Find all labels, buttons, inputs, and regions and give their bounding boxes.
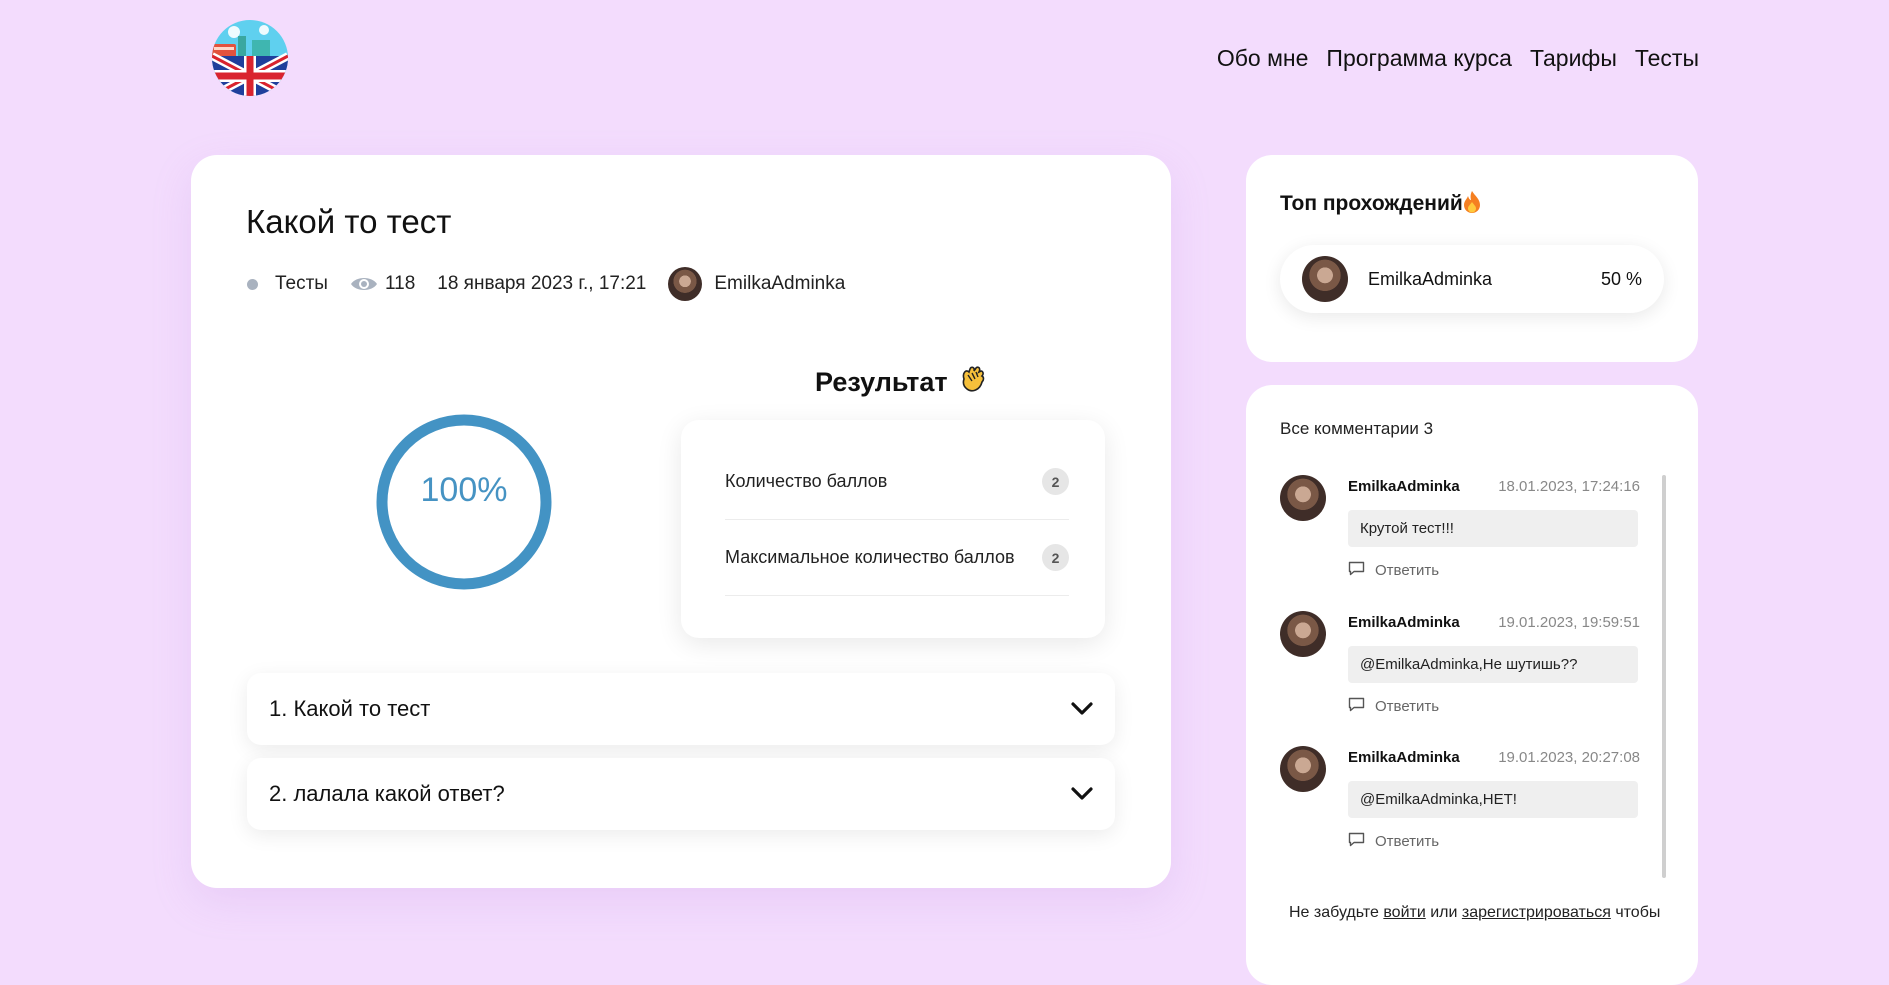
top-entry[interactable]: EmilkaAdminka 50 % [1280,245,1664,313]
question-title: 1. Какой то тест [269,696,431,721]
reply-button[interactable]: Ответить [1348,561,1439,580]
result-summary: Количество баллов 2 Максимальное количес… [681,420,1105,638]
test-category[interactable]: Тесты [275,273,328,295]
avatar [1280,475,1326,521]
site-logo[interactable] [212,20,288,96]
comment-text: @EmilkaAdminka,HET! [1348,781,1638,818]
result-row-label: Максимальное количество баллов [725,547,1015,567]
nav-course-program[interactable]: Программа курса [1326,45,1512,72]
comment-date: 19.01.2023, 19:59:51 [1498,614,1640,631]
reply-button[interactable]: Ответить [1348,697,1439,716]
question-accordion-2[interactable]: 2. лалала какой ответ? [247,758,1115,830]
comments-count: 3 [1423,419,1434,438]
speech-bubble-icon [1348,832,1365,851]
result-row-label: Количество баллов [725,471,888,491]
result-row: Количество баллов 2 [725,444,1069,520]
login-prompt: Не забудьте войти или зарегистрироваться… [1289,904,1660,922]
chevron-down-icon[interactable] [1071,696,1093,722]
top-completions-title: Топ прохождений [1280,192,1463,215]
score-percent: 100% [420,471,508,509]
fire-icon [1463,191,1481,215]
author-name[interactable]: EmilkaAdminka [714,273,845,295]
reply-label: Ответить [1375,562,1440,579]
question-accordion-1[interactable]: 1. Какой то тест [247,673,1115,745]
result-row-value: 2 [1042,544,1069,571]
comment-text: @EmilkaAdminka,Не шутишь?? [1348,646,1638,683]
top-entry-name: EmilkaAdminka [1368,268,1493,289]
login-prompt-suffix: чтобы [1615,904,1661,921]
result-row: Максимальное количество баллов 2 [725,520,1069,596]
comment-text: Крутой тест!!! [1348,510,1638,547]
comments-scrollbar[interactable] [1662,475,1666,878]
reply-label: Ответить [1375,833,1440,850]
avatar [1302,256,1348,302]
test-title: Какой то тест [246,203,452,240]
comments-heading: Все комментарии 3 [1280,419,1433,439]
clapping-hands-icon [956,363,988,402]
uk-flag-logo-icon [212,20,288,96]
eye-icon [350,275,378,293]
comments-card: Все комментарии 3 EmilkaAdminka 18.01.20… [1246,385,1698,985]
question-title: 2. лалала какой ответ? [269,781,505,806]
top-entry-score: 50 % [1600,268,1642,289]
top-completions-heading: Топ прохождений [1280,190,1481,216]
login-link[interactable]: войти [1383,904,1425,921]
login-prompt-prefix: Не забудьте [1289,904,1379,921]
result-heading: Результат [815,363,988,402]
nav-tests[interactable]: Тесты [1635,45,1699,72]
reply-button[interactable]: Ответить [1348,832,1439,851]
comment-date: 18.01.2023, 17:24:16 [1498,478,1640,495]
avatar [1280,611,1326,657]
reply-label: Ответить [1375,698,1440,715]
comment-author: EmilkaAdminka [1348,749,1460,766]
result-row-value: 2 [1042,468,1069,495]
login-prompt-middle: или [1430,904,1458,921]
main-nav: Обо мне Программа курса Тарифы Тесты [1217,45,1699,72]
register-link[interactable]: зарегистрироваться [1462,904,1611,921]
author-avatar[interactable] [668,267,703,301]
top-completions-card: Топ прохождений EmilkaAdminka 50 % [1246,155,1698,362]
comment-author: EmilkaAdminka [1348,614,1460,631]
result-title: Результат [815,367,948,397]
speech-bubble-icon [1348,561,1365,580]
category-dot-icon [247,278,258,290]
speech-bubble-icon [1348,697,1365,716]
views-count: 118 [384,273,416,294]
comments-title: Все комментарии [1280,419,1419,438]
nav-about[interactable]: Обо мне [1217,45,1309,72]
publish-date: 18 января 2023 г., 17:21 [437,273,647,294]
comment-author: EmilkaAdminka [1348,478,1460,495]
nav-pricing[interactable]: Тарифы [1530,45,1617,72]
avatar [1280,746,1326,792]
test-meta: Тесты 118 18 января 2023 г., 17:21 Emilk… [247,267,845,301]
comment-date: 19.01.2023, 20:27:08 [1498,749,1640,766]
chevron-down-icon[interactable] [1071,781,1093,807]
test-card: Какой то тест Тесты 118 18 января 2023 г… [191,155,1171,888]
